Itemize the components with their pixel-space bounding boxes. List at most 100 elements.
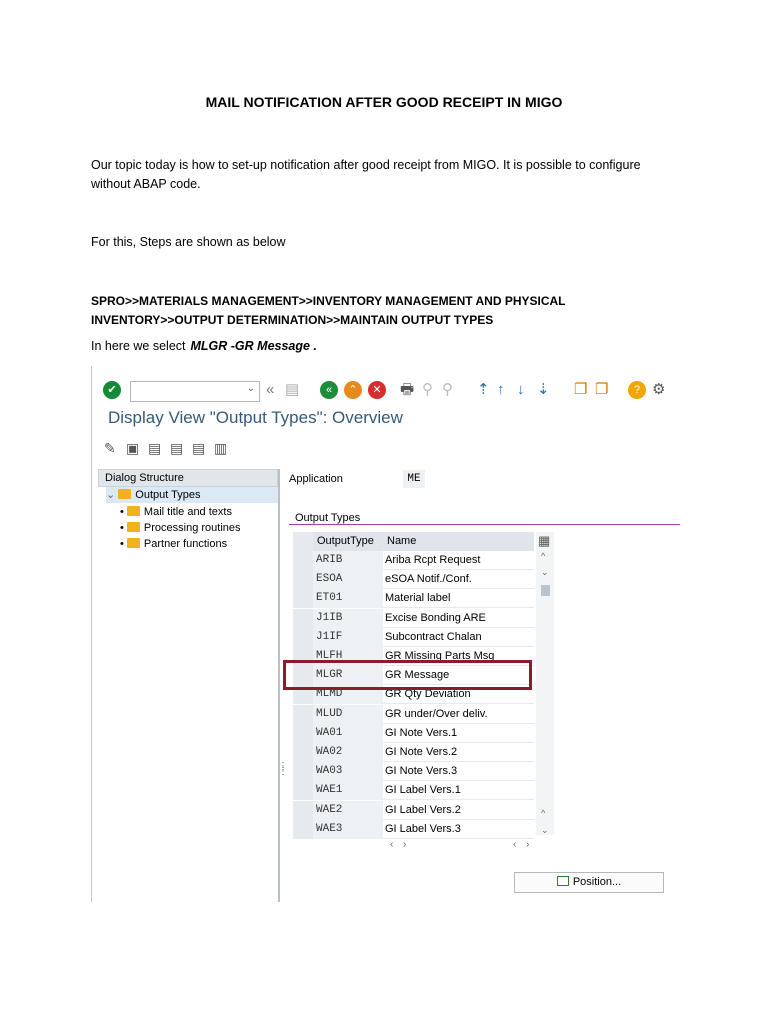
scroll-left-icon[interactable]: ‹ [390, 839, 393, 850]
tree-node-output-types[interactable]: ⌄ Output Types [106, 487, 278, 503]
find-next-icon[interactable]: ⚲ [442, 381, 453, 399]
row-selector[interactable] [293, 570, 313, 590]
table-row[interactable]: WA01 GI Note Vers.1 [293, 723, 534, 743]
shortcut-icon[interactable]: ❐ [595, 381, 608, 399]
scrollbar-thumb[interactable] [541, 585, 550, 596]
help-icon[interactable]: ? [628, 381, 646, 399]
name-cell: Excise Bonding ARE [385, 611, 486, 624]
document-title: MAIL NOTIFICATION AFTER GOOD RECEIPT IN … [205, 94, 563, 110]
caption-divider [289, 524, 680, 525]
name-cell: Ariba Rcpt Request [385, 554, 481, 566]
table-row[interactable]: J1IB Excise Bonding ARE [293, 608, 534, 628]
position-icon [556, 876, 569, 886]
output-type-cell: WAE3 [313, 819, 383, 839]
tree-node-label: Mail title and texts [143, 506, 232, 518]
row-selector[interactable] [293, 627, 313, 647]
output-types-caption: Output Types [295, 512, 361, 524]
previous-entry-icon[interactable]: ▤ [148, 440, 161, 457]
scroll-left-icon[interactable]: ‹ [513, 839, 516, 850]
tree-node-label: Processing routines [143, 522, 241, 534]
table-row[interactable]: J1IF Subcontract Chalan [293, 627, 534, 647]
horizontal-scrollbar[interactable]: ‹ › ‹ › [293, 839, 534, 853]
selection-prefix: In here we select [91, 339, 186, 353]
name-cell: Subcontract Chalan [385, 630, 482, 643]
row-selector[interactable] [293, 704, 313, 724]
bullet-icon: • [120, 522, 124, 534]
save-icon[interactable]: ▤ [285, 381, 299, 399]
splitter-grip-icon[interactable]: ⋮ ⋮ [278, 762, 288, 777]
name-cell: GI Note Vers.2 [385, 746, 458, 758]
print-icon[interactable]: 🖶 [400, 381, 414, 399]
name-cell: eSOA Notif./Conf. [385, 573, 472, 586]
row-selector[interactable] [293, 608, 313, 628]
row-selector[interactable] [293, 743, 313, 762]
select-column-header[interactable] [293, 532, 313, 551]
name-cell: GI Label Vers.1 [385, 784, 461, 797]
dialog-structure-header: Dialog Structure [98, 469, 278, 487]
page-down-icon[interactable]: ⌄ [541, 825, 549, 836]
application-label: Application [289, 473, 343, 485]
table-row[interactable]: ESOA eSOA Notif./Conf. [293, 570, 534, 590]
table-settings-icon[interactable]: ▦ [538, 533, 550, 549]
exit-icon[interactable]: ⌃ [344, 381, 362, 399]
table-row[interactable]: WA03 GI Note Vers.3 [293, 762, 534, 782]
tree-node-processing-routines[interactable]: • Processing routines [120, 520, 241, 536]
position-button[interactable]: Position... [514, 872, 664, 893]
next-page-icon[interactable]: ↓ [517, 381, 525, 399]
scroll-right-icon[interactable]: › [403, 839, 406, 850]
command-field[interactable]: ⌄ [130, 381, 260, 402]
table-row[interactable]: WAE3 GI Label Vers.3 [293, 819, 534, 839]
table-row[interactable]: MLUD GR under/Over deliv. [293, 704, 534, 724]
tree-node-partner-functions[interactable]: • Partner functions [120, 536, 227, 552]
select-all-icon[interactable]: ▤ [192, 440, 205, 457]
table-row[interactable]: WA02 GI Note Vers.2 [293, 743, 534, 762]
table-row[interactable]: ARIB Ariba Rcpt Request [293, 551, 534, 570]
name-cell: GI Note Vers.1 [385, 726, 458, 739]
table-row[interactable]: WAE2 GI Label Vers.2 [293, 800, 534, 820]
column-header-output-type[interactable]: OutputType [313, 532, 383, 551]
settings-icon[interactable]: ⚙ [652, 381, 665, 399]
output-type-cell: WA01 [313, 723, 383, 743]
back-icon[interactable]: « [320, 381, 338, 399]
table-row[interactable]: WAE1 GI Label Vers.1 [293, 781, 534, 801]
last-page-icon[interactable]: ⇣ [537, 381, 550, 399]
page-up-icon[interactable]: ^ [541, 808, 545, 818]
row-selector[interactable] [293, 781, 313, 801]
first-page-icon[interactable]: ⇡ [477, 381, 490, 399]
row-selector[interactable] [293, 551, 313, 570]
previous-page-icon[interactable]: ↑ [497, 381, 505, 399]
scroll-down-icon[interactable]: ⌄ [541, 567, 549, 578]
collapse-icon[interactable]: « [266, 381, 274, 399]
folder-icon [126, 506, 140, 516]
row-selector[interactable] [293, 762, 313, 782]
folder-icon [118, 489, 132, 499]
folder-icon [126, 538, 140, 548]
vertical-scrollbar[interactable]: ▦ ^ ⌄ ^ ⌄ [536, 532, 554, 835]
new-session-icon[interactable]: ❐ [574, 381, 587, 399]
check-icon[interactable]: ✔ [103, 381, 121, 399]
row-selector[interactable] [293, 589, 313, 609]
details-icon[interactable]: ▣ [126, 440, 139, 457]
cancel-icon[interactable]: ✕ [368, 381, 386, 399]
column-header-name[interactable]: Name [383, 532, 534, 551]
intro-line-1: Our topic today is how to set-up notific… [91, 158, 641, 172]
display-change-icon[interactable]: ✎ [104, 440, 116, 457]
selection-emphasis: MLGR -GR Message . [190, 339, 317, 353]
output-type-cell: J1IF [313, 627, 383, 647]
row-selector[interactable] [293, 723, 313, 743]
deselect-all-icon[interactable]: ▥ [214, 440, 227, 457]
find-icon[interactable]: ⚲ [422, 381, 433, 399]
row-selector[interactable] [293, 819, 313, 839]
scroll-right-icon[interactable]: › [526, 839, 529, 850]
bullet-icon: • [120, 538, 124, 550]
scroll-up-icon[interactable]: ^ [541, 551, 545, 561]
name-cell: GI Label Vers.2 [385, 803, 461, 816]
pane-splitter[interactable] [278, 469, 280, 902]
tree-node-mail-title[interactable]: • Mail title and texts [120, 504, 232, 520]
row-selector[interactable] [293, 800, 313, 820]
table-row[interactable]: ET01 Material label [293, 589, 534, 609]
next-entry-icon[interactable]: ▤ [170, 440, 183, 457]
output-type-cell: ESOA [313, 570, 383, 590]
chevron-down-icon[interactable]: ⌄ [106, 489, 115, 501]
menu-path: SPRO>>MATERIALS MANAGEMENT>>INVENTORY MA… [91, 292, 691, 330]
